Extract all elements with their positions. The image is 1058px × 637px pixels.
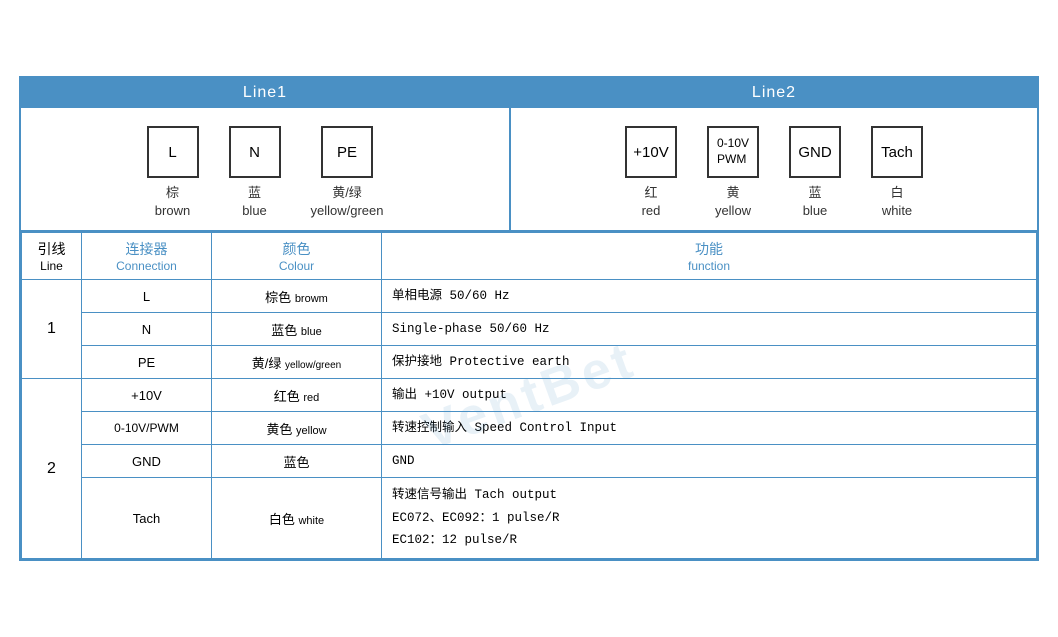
connector-label-Tach: 白 white [882, 184, 912, 220]
diagram-section: Line1 L 棕 brown N 蓝 blue [21, 78, 1037, 232]
data-table: 引线 Line 连接器 Connection 颜色 Colour 功能 func… [21, 232, 1037, 559]
table-row: Tach 白色 white 转速信号输出 Tach output EC072、E… [22, 478, 1037, 559]
line2-diagram: Line2 +10V 红 red 0-10VPWM 黄 yellow [511, 78, 1037, 230]
colour-brown: 棕色 browm [212, 280, 382, 313]
connector-box-Tach: Tach [871, 126, 923, 178]
table-row: GND 蓝色 GND [22, 445, 1037, 478]
line1-header: Line1 [21, 78, 509, 108]
colour-white: 白色 white [212, 478, 382, 559]
function-PE: 保护接地 Protective earth [382, 346, 1037, 379]
table-wrapper: VentBet 引线 Line 连接器 Connection 颜色 Colour [21, 232, 1037, 559]
table-row: 1 L 棕色 browm 单相电源 50/60 Hz [22, 280, 1037, 313]
connector-label-PWM: 黄 yellow [715, 184, 751, 220]
table-row: 2 +10V 红色 red 输出 +10V output [22, 379, 1037, 412]
colour-blue1: 蓝色 blue [212, 313, 382, 346]
colour-red: 红色 red [212, 379, 382, 412]
connector-PWM: 0-10VPWM 黄 yellow [707, 126, 759, 220]
table-row: PE 黄/绿 yellow/green 保护接地 Protective eart… [22, 346, 1037, 379]
th-colour: 颜色 Colour [212, 233, 382, 280]
function-10V: 输出 +10V output [382, 379, 1037, 412]
th-line: 引线 Line [22, 233, 82, 280]
connector-label-PE: 黄/绿 yellow/green [311, 184, 384, 220]
function-PWM: 转速控制输入 Speed Control Input [382, 412, 1037, 445]
conn-N: N [82, 313, 212, 346]
table-row: 0-10V/PWM 黄色 yellow 转速控制输入 Speed Control… [22, 412, 1037, 445]
function-GND: GND [382, 445, 1037, 478]
th-connection: 连接器 Connection [82, 233, 212, 280]
connector-label-N: 蓝 blue [242, 184, 267, 220]
connector-box-PWM: 0-10VPWM [707, 126, 759, 178]
function-Tach: 转速信号输出 Tach output EC072、EC092：1 pulse/R… [382, 478, 1037, 559]
connector-label-L: 棕 brown [155, 184, 190, 220]
connector-GND: GND 蓝 blue [789, 126, 841, 220]
conn-PWM: 0-10V/PWM [82, 412, 212, 445]
line-num-1: 1 [22, 280, 82, 379]
line1-label: Line1 [243, 84, 287, 101]
line2-connectors: +10V 红 red 0-10VPWM 黄 yellow GND [511, 108, 1037, 230]
function-L: 单相电源 50/60 Hz [382, 280, 1037, 313]
connector-L: L 棕 brown [147, 126, 199, 220]
function-N: Single-phase 50/60 Hz [382, 313, 1037, 346]
main-container: Line1 L 棕 brown N 蓝 blue [19, 76, 1039, 561]
table-body: 1 L 棕色 browm 单相电源 50/60 Hz N 蓝色 blue Si [22, 280, 1037, 559]
conn-GND: GND [82, 445, 212, 478]
conn-10V: +10V [82, 379, 212, 412]
line-num-2: 2 [22, 379, 82, 559]
connector-Tach: Tach 白 white [871, 126, 923, 220]
table-header-row: 引线 Line 连接器 Connection 颜色 Colour 功能 func… [22, 233, 1037, 280]
connector-box-N: N [229, 126, 281, 178]
connector-PE: PE 黄/绿 yellow/green [311, 126, 384, 220]
connector-label-GND: 蓝 blue [803, 184, 828, 220]
colour-blue2: 蓝色 [212, 445, 382, 478]
line2-header: Line2 [511, 78, 1037, 108]
conn-L: L [82, 280, 212, 313]
th-function: 功能 function [382, 233, 1037, 280]
colour-yellow-green: 黄/绿 yellow/green [212, 346, 382, 379]
connector-box-GND: GND [789, 126, 841, 178]
line2-label: Line2 [752, 84, 796, 101]
colour-yellow: 黄色 yellow [212, 412, 382, 445]
connector-box-L: L [147, 126, 199, 178]
line1-connectors: L 棕 brown N 蓝 blue PE 黄/绿 [21, 108, 509, 230]
line1-diagram: Line1 L 棕 brown N 蓝 blue [21, 78, 511, 230]
conn-PE: PE [82, 346, 212, 379]
connector-label-10V: 红 red [642, 184, 661, 220]
table-row: N 蓝色 blue Single-phase 50/60 Hz [22, 313, 1037, 346]
connector-10V: +10V 红 red [625, 126, 677, 220]
conn-Tach: Tach [82, 478, 212, 559]
connector-box-PE: PE [321, 126, 373, 178]
connector-N: N 蓝 blue [229, 126, 281, 220]
connector-box-10V: +10V [625, 126, 677, 178]
